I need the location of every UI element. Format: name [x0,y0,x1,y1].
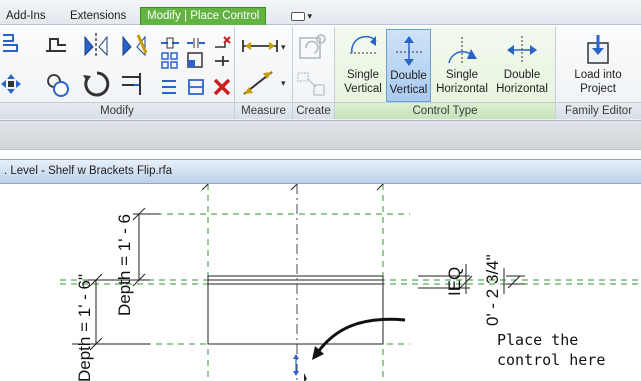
eq-label[interactable]: IEQ [445,267,464,296]
view-title: . Level - Shelf w Brackets Flip.rfa [4,165,173,177]
double-horizontal-label-2: Horizontal [496,83,548,95]
split-face-icon[interactable] [186,77,206,97]
split-element-icon[interactable] [160,35,180,51]
shelf-outline [207,275,384,345]
panel-create: Create [293,27,335,119]
load-into-project-label-2: Project [580,83,616,95]
pin-icon[interactable] [212,53,232,69]
align-to-grid-icon[interactable] [160,77,180,97]
tab-extensions[interactable]: Extensions [66,8,130,25]
panel-title-measure: Measure [235,102,292,119]
load-into-project-button[interactable]: Load into Project [562,29,634,102]
single-horizontal-label-1: Single [446,69,478,81]
ribbon: Modify ▾ ▾ Measure Create Single Vertica… [0,25,641,121]
copy-icon[interactable] [44,71,72,99]
panel-control-type: Single Vertical Double Vertical Single H… [335,27,556,119]
double-horizontal-label-1: Double [503,69,541,81]
split-with-gap-icon[interactable] [186,35,206,51]
mirror-pick-axis-icon[interactable] [82,31,110,57]
single-vertical-label-2: Vertical [344,83,382,95]
create-similar-icon[interactable] [298,32,328,62]
array-icon[interactable] [160,51,180,71]
panel-modify: Modify [0,27,235,119]
single-vertical-control-icon [350,35,377,54]
move-icon[interactable] [0,73,22,95]
double-vertical-control-glyph[interactable] [293,354,299,376]
double-vertical-button[interactable]: Double Vertical [386,29,431,102]
single-horizontal-button[interactable]: Single Horizontal [434,29,490,102]
callout-line-2: control here [497,351,606,369]
double-vertical-control-icon [395,36,422,66]
tab-modify-place-control[interactable]: Modify | Place Control [140,7,267,25]
cursor-arrow-icon [304,373,307,381]
double-vertical-label-2: Vertical [389,84,428,96]
offset-icon[interactable] [44,33,70,55]
panel-title-control-type: Control Type [335,102,555,119]
ribbon-minimize-button[interactable]: ▾ [291,10,321,23]
panel-title-modify: Modify [0,102,234,119]
single-horizontal-label-2: Horizontal [436,83,488,95]
load-into-project-label-1: Load into [574,69,622,81]
panel-measure: ▾ ▾ Measure [235,27,293,119]
svg-text:▾: ▾ [281,42,286,52]
callout-arrow [316,317,406,353]
view-title-bar: . Level - Shelf w Brackets Flip.rfa [0,159,641,184]
callout-text: Place the control here [497,330,637,370]
trim-extend-icon[interactable] [120,71,148,97]
panel-title-family-editor: Family Editor [556,102,641,119]
measure-along-element-icon[interactable]: ▾ [241,69,289,97]
delete-icon[interactable] [212,77,232,97]
dim-text-right[interactable]: 0' - 2 3/4" [483,254,502,326]
double-vertical-label-1: Double [390,70,427,82]
chevron-down-icon: ▾ [307,11,313,21]
create-group-icon[interactable] [296,71,330,99]
scale-icon[interactable] [186,51,206,71]
dim-tick-6 [507,275,521,289]
panel-title-create: Create [293,102,334,119]
view-window: . Level - Shelf w Brackets Flip.rfa [0,150,641,184]
ribbon-tab-bar: Add-Ins Extensions Modify | Place Contro… [0,0,641,25]
drawing-canvas[interactable]: Depth = 1' - 6" Depth = 1' - 6 IEQ 0' - … [0,184,641,381]
align-icon[interactable] [2,33,20,53]
mirror-draw-axis-icon[interactable] [120,31,148,57]
panel-family-editor: Load into Project Family Editor [556,27,641,119]
measure-between-references-icon[interactable]: ▾ [241,37,289,55]
load-into-project-icon [587,35,609,64]
svg-text:▾: ▾ [281,78,286,88]
dim-text-left[interactable]: Depth = 1' - 6" [75,274,94,381]
single-vertical-label-1: Single [347,69,379,81]
unpin-icon[interactable] [212,33,232,53]
single-horizontal-control-icon [448,37,477,65]
tab-add-ins[interactable]: Add-Ins [2,8,50,25]
panel-toggle-icon [291,12,305,22]
callout-line-1: Place the [497,331,579,349]
dim-text-mid[interactable]: Depth = 1' - 6 [115,214,134,316]
double-horizontal-button[interactable]: Double Horizontal [493,29,551,102]
double-horizontal-control-icon [507,36,537,64]
rotate-icon[interactable] [82,69,112,99]
single-vertical-button[interactable]: Single Vertical [342,29,384,102]
options-bar [0,121,641,150]
